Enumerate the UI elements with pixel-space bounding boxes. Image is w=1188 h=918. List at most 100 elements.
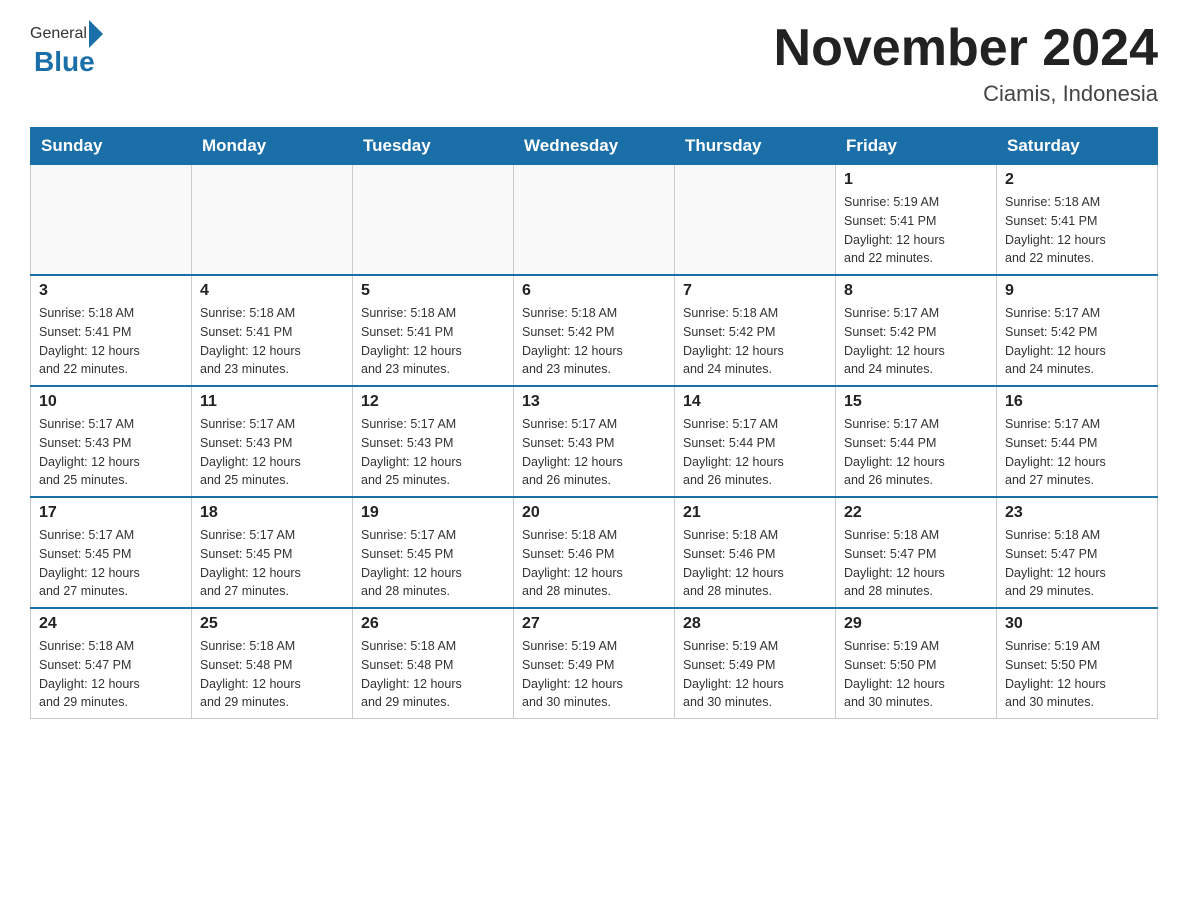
calendar-cell: 21Sunrise: 5:18 AM Sunset: 5:46 PM Dayli… [675,497,836,608]
calendar-cell [514,165,675,276]
day-info: Sunrise: 5:17 AM Sunset: 5:43 PM Dayligh… [39,415,183,490]
calendar-cell: 7 Sunrise: 5:18 AM Sunset: 5:42 PM Daylig… [675,275,836,386]
day-info: Sunrise: 5:18 AM Sunset: 5:46 PM Dayligh… [522,526,666,601]
day-number: 26 [361,615,505,633]
day-number: 3 [39,282,183,300]
calendar-cell: 12 Sunrise: 5:17 AM Sunset: 5:43 PM Dayli… [353,386,514,497]
calendar-cell: 13Sunrise: 5:17 AM Sunset: 5:43 PM Dayli… [514,386,675,497]
calendar-cell: 8 Sunrise: 5:17 AM Sunset: 5:42 PM Daylig… [836,275,997,386]
day-number: 27 [522,615,666,633]
day-info: Sunrise: 5:19 AM Sunset: 5:49 PM Dayligh… [683,637,827,712]
calendar-cell: 30Sunrise: 5:19 AM Sunset: 5:50 PM Dayli… [997,608,1158,719]
day-number: 6 [522,282,666,300]
calendar-cell: 10 Sunrise: 5:17 AM Sunset: 5:43 PM Dayli… [31,386,192,497]
day-number: 22 [844,504,988,522]
calendar-cell [192,165,353,276]
day-info: Sunrise: 5:18 AM Sunset: 5:41 PM Dayligh… [1005,193,1149,268]
day-info: Sunrise: 5:18 AM Sunset: 5:48 PM Dayligh… [361,637,505,712]
calendar-cell: 24 Sunrise: 5:18 AM Sunset: 5:47 PM Dayli… [31,608,192,719]
weekday-header-saturday: Saturday [997,128,1158,165]
day-info: Sunrise: 5:18 AM Sunset: 5:48 PM Dayligh… [200,637,344,712]
day-number: 19 [361,504,505,522]
weekday-header-thursday: Thursday [675,128,836,165]
calendar-cell: 3 Sunrise: 5:18 AM Sunset: 5:41 PM Daylig… [31,275,192,386]
day-info: Sunrise: 5:18 AM Sunset: 5:41 PM Dayligh… [361,304,505,379]
calendar-cell: 14Sunrise: 5:17 AM Sunset: 5:44 PM Dayli… [675,386,836,497]
day-info: Sunrise: 5:17 AM Sunset: 5:42 PM Dayligh… [1005,304,1149,379]
day-number: 18 [200,504,344,522]
day-info: Sunrise: 5:19 AM Sunset: 5:50 PM Dayligh… [1005,637,1149,712]
weekday-header-wednesday: Wednesday [514,128,675,165]
day-info: Sunrise: 5:18 AM Sunset: 5:47 PM Dayligh… [1005,526,1149,601]
calendar-cell [353,165,514,276]
week-row-5: 24 Sunrise: 5:18 AM Sunset: 5:47 PM Dayli… [31,608,1158,719]
day-number: 13 [522,393,666,411]
day-number: 15 [844,393,988,411]
calendar-table: SundayMondayTuesdayWednesdayThursdayFrid… [30,127,1158,719]
calendar-cell: 28 Sunrise: 5:19 AM Sunset: 5:49 PM Dayli… [675,608,836,719]
day-info: Sunrise: 5:18 AM Sunset: 5:42 PM Dayligh… [522,304,666,379]
day-number: 4 [200,282,344,300]
calendar-cell: 18 Sunrise: 5:17 AM Sunset: 5:45 PM Dayli… [192,497,353,608]
day-info: Sunrise: 5:18 AM Sunset: 5:46 PM Dayligh… [683,526,827,601]
day-info: Sunrise: 5:17 AM Sunset: 5:43 PM Dayligh… [200,415,344,490]
day-info: Sunrise: 5:17 AM Sunset: 5:42 PM Dayligh… [844,304,988,379]
page-header: General Blue November 2024 Ciamis, Indon… [30,20,1158,107]
calendar-cell: 6 Sunrise: 5:18 AM Sunset: 5:42 PM Daylig… [514,275,675,386]
day-number: 29 [844,615,988,633]
day-info: Sunrise: 5:17 AM Sunset: 5:45 PM Dayligh… [39,526,183,601]
weekday-header-friday: Friday [836,128,997,165]
day-number: 2 [1005,171,1149,189]
calendar-cell: 4 Sunrise: 5:18 AM Sunset: 5:41 PM Daylig… [192,275,353,386]
day-number: 28 [683,615,827,633]
day-info: Sunrise: 5:17 AM Sunset: 5:45 PM Dayligh… [361,526,505,601]
day-number: 14 [683,393,827,411]
weekday-header-monday: Monday [192,128,353,165]
calendar-cell: 26 Sunrise: 5:18 AM Sunset: 5:48 PM Dayli… [353,608,514,719]
calendar-cell: 16Sunrise: 5:17 AM Sunset: 5:44 PM Dayli… [997,386,1158,497]
calendar-cell: 5 Sunrise: 5:18 AM Sunset: 5:41 PM Daylig… [353,275,514,386]
calendar-cell: 1Sunrise: 5:19 AM Sunset: 5:41 PM Daylig… [836,165,997,276]
day-number: 12 [361,393,505,411]
weekday-header-tuesday: Tuesday [353,128,514,165]
week-row-3: 10 Sunrise: 5:17 AM Sunset: 5:43 PM Dayli… [31,386,1158,497]
day-info: Sunrise: 5:18 AM Sunset: 5:47 PM Dayligh… [844,526,988,601]
day-info: Sunrise: 5:18 AM Sunset: 5:42 PM Dayligh… [683,304,827,379]
weekday-header-row: SundayMondayTuesdayWednesdayThursdayFrid… [31,128,1158,165]
calendar-cell: 25Sunrise: 5:18 AM Sunset: 5:48 PM Dayli… [192,608,353,719]
day-number: 23 [1005,504,1149,522]
day-info: Sunrise: 5:18 AM Sunset: 5:41 PM Dayligh… [39,304,183,379]
calendar-cell: 19 Sunrise: 5:17 AM Sunset: 5:45 PM Dayli… [353,497,514,608]
calendar-subtitle: Ciamis, Indonesia [774,81,1158,107]
day-info: Sunrise: 5:19 AM Sunset: 5:49 PM Dayligh… [522,637,666,712]
week-row-1: 1Sunrise: 5:19 AM Sunset: 5:41 PM Daylig… [31,165,1158,276]
logo-blue-text: Blue [34,46,95,77]
calendar-cell [31,165,192,276]
day-number: 7 [683,282,827,300]
week-row-2: 3 Sunrise: 5:18 AM Sunset: 5:41 PM Daylig… [31,275,1158,386]
calendar-cell: 20 Sunrise: 5:18 AM Sunset: 5:46 PM Dayli… [514,497,675,608]
day-number: 10 [39,393,183,411]
logo-arrow-icon [89,20,103,48]
day-info: Sunrise: 5:17 AM Sunset: 5:45 PM Dayligh… [200,526,344,601]
day-info: Sunrise: 5:17 AM Sunset: 5:43 PM Dayligh… [361,415,505,490]
logo: General Blue [30,20,105,76]
calendar-cell: 11Sunrise: 5:17 AM Sunset: 5:43 PM Dayli… [192,386,353,497]
day-info: Sunrise: 5:19 AM Sunset: 5:50 PM Dayligh… [844,637,988,712]
title-area: November 2024 Ciamis, Indonesia [774,20,1158,107]
day-number: 9 [1005,282,1149,300]
day-number: 5 [361,282,505,300]
day-number: 8 [844,282,988,300]
day-info: Sunrise: 5:18 AM Sunset: 5:47 PM Dayligh… [39,637,183,712]
day-info: Sunrise: 5:18 AM Sunset: 5:41 PM Dayligh… [200,304,344,379]
day-number: 24 [39,615,183,633]
calendar-title: November 2024 [774,20,1158,77]
day-number: 20 [522,504,666,522]
day-info: Sunrise: 5:17 AM Sunset: 5:44 PM Dayligh… [844,415,988,490]
calendar-cell [675,165,836,276]
calendar-cell: 29 Sunrise: 5:19 AM Sunset: 5:50 PM Dayli… [836,608,997,719]
weekday-header-sunday: Sunday [31,128,192,165]
calendar-cell: 9 Sunrise: 5:17 AM Sunset: 5:42 PM Daylig… [997,275,1158,386]
calendar-cell: 2 Sunrise: 5:18 AM Sunset: 5:41 PM Daylig… [997,165,1158,276]
day-number: 1 [844,171,988,189]
